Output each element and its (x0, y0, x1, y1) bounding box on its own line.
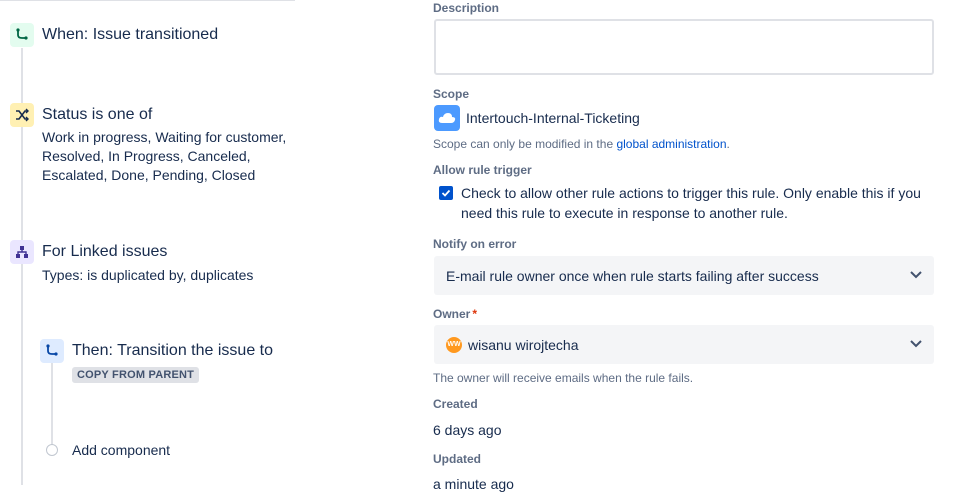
branch-chain-line (51, 363, 53, 445)
notify-on-error-label: Notify on error (433, 237, 517, 251)
owner-label-text: Owner (433, 307, 471, 321)
scope-help-suffix: . (726, 137, 730, 151)
action-title[interactable]: Then: Transition the issue to (72, 342, 273, 360)
condition-detail: Work in progress, Waiting for customer, … (42, 129, 287, 183)
global-administration-link[interactable]: global administration (616, 137, 726, 151)
add-component-link[interactable]: Add component (72, 442, 170, 458)
branch-icon (10, 240, 34, 264)
top-divider (0, 0, 295, 1)
trigger-title[interactable]: When: Issue transitioned (42, 26, 218, 44)
owner-label: Owner * (433, 307, 477, 321)
allow-rule-trigger-label: Allow rule trigger (433, 163, 532, 177)
action-icon (40, 339, 64, 363)
condition-title[interactable]: Status is one of (42, 106, 152, 124)
scope-row: Intertouch-Internal-Ticketing (434, 105, 640, 131)
allow-rule-trigger-checkbox[interactable] (439, 186, 453, 200)
owner-select[interactable]: WW wisanu wirojtecha (434, 325, 934, 364)
trigger-icon (10, 23, 34, 47)
copy-from-parent-lozenge: COPY FROM PARENT (72, 367, 200, 383)
updated-value: a minute ago (433, 476, 514, 492)
notify-on-error-select[interactable]: E-mail rule owner once when rule starts … (434, 256, 934, 295)
scope-label: Scope (433, 87, 470, 101)
created-value: 6 days ago (433, 422, 502, 438)
shuffle-icon (10, 103, 34, 127)
scope-help: Scope can only be modified in the global… (433, 137, 730, 151)
allow-rule-trigger-text: Check to allow other rule actions to tri… (461, 185, 921, 221)
scope-name: Intertouch-Internal-Ticketing (466, 110, 640, 126)
branch-title[interactable]: For Linked issues (42, 243, 167, 261)
notify-on-error-value: E-mail rule owner once when rule starts … (446, 267, 819, 284)
chevron-down-icon (910, 271, 922, 279)
required-marker: * (472, 307, 478, 321)
add-component-dot (46, 444, 58, 456)
owner-help: The owner will receive emails when the r… (433, 371, 694, 385)
description-label: Description (433, 1, 500, 15)
cloud-icon (434, 105, 460, 131)
branch-detail: Types: is duplicated by, duplicates (42, 267, 254, 283)
owner-value: wisanu wirojtecha (468, 336, 579, 353)
created-label: Created (433, 397, 478, 411)
description-input[interactable] (434, 19, 934, 75)
scope-help-text: Scope can only be modified in the (433, 137, 614, 151)
avatar: WW (446, 336, 462, 353)
chevron-down-icon (910, 340, 922, 348)
updated-label: Updated (433, 452, 481, 466)
